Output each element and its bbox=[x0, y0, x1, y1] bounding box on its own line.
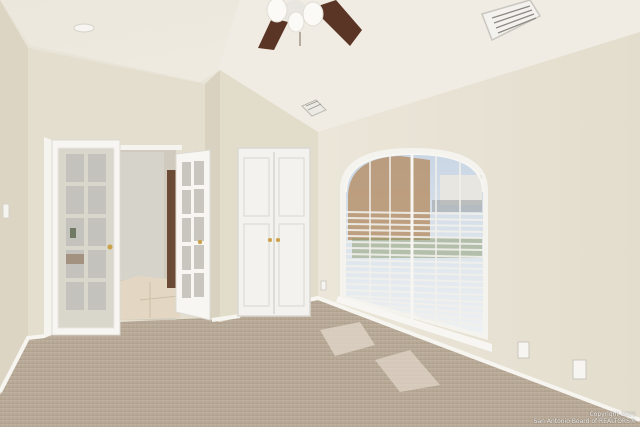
wall-outlet bbox=[320, 280, 327, 291]
hallway-door-frame bbox=[116, 145, 182, 150]
wall-outlet bbox=[572, 359, 587, 380]
watermark-org: San Antonio Board of REALTORS® bbox=[533, 418, 636, 425]
watermark-year: Copyright 2025 bbox=[589, 411, 637, 418]
closet-doors bbox=[237, 147, 311, 317]
hallway-back-wall bbox=[120, 152, 164, 280]
copyright-watermark: Copyright 2025 San Antonio Board of REAL… bbox=[534, 411, 636, 425]
room-illustration bbox=[0, 0, 640, 427]
left-wall bbox=[0, 0, 28, 392]
smoke-detector bbox=[73, 23, 95, 33]
door-knob bbox=[107, 244, 113, 250]
wall-outlet bbox=[517, 341, 530, 359]
door-knob bbox=[197, 239, 203, 245]
bedroom-photo: Copyright 2025 San Antonio Board of REAL… bbox=[0, 0, 640, 427]
closet-knob bbox=[276, 238, 280, 242]
light-switch bbox=[2, 203, 10, 219]
french-door-left bbox=[44, 137, 121, 338]
closet-knob bbox=[268, 238, 272, 242]
french-door-right bbox=[175, 149, 211, 321]
